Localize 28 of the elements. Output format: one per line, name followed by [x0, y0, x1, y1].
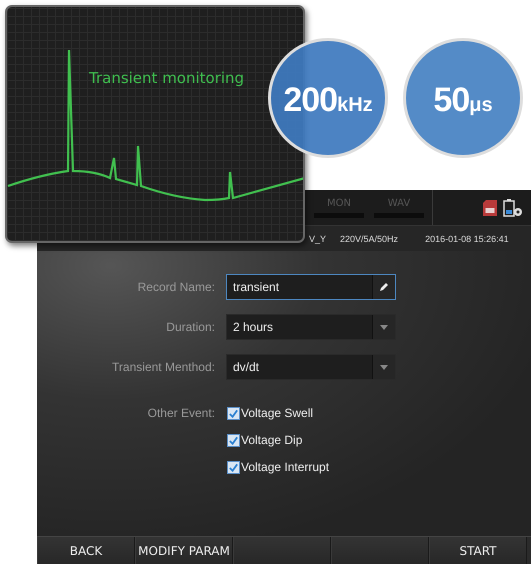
dropdown[interactable]: dv/dt	[226, 354, 396, 380]
caret-icon	[380, 324, 388, 330]
edit-button[interactable]	[372, 275, 395, 299]
channel-label: V_Y	[309, 234, 326, 244]
checkbox[interactable]	[227, 434, 240, 446]
checkbox-label: Voltage Interrupt	[241, 460, 330, 474]
field-label: Transient Menthod:	[111, 360, 215, 374]
spec-badge: 50μs	[403, 38, 523, 158]
sd-card-icon	[483, 200, 497, 216]
softkey-button[interactable]: START	[429, 537, 527, 564]
caret-icon	[380, 364, 388, 370]
checkbox-label: Voltage Dip	[241, 433, 302, 447]
datetime-label: 2016-01-08 15:26:41	[425, 234, 509, 244]
softkey-button[interactable]: BACK	[37, 537, 135, 564]
pencil-icon	[379, 282, 389, 292]
field-label: Duration:	[165, 320, 215, 334]
field-label: Record Name:	[136, 280, 215, 294]
scope-title: Transient monitoring	[89, 69, 244, 87]
checkbox[interactable]	[227, 460, 240, 474]
checkbox[interactable]	[227, 406, 240, 420]
record-name-field[interactable]: transient	[226, 274, 396, 300]
battery-icon	[503, 198, 523, 216]
range-label: 220V/5A/50Hz	[340, 234, 398, 244]
spec-badge: 200kHz	[268, 38, 388, 158]
softkey-button[interactable]: MODIFY PARAM	[135, 537, 233, 564]
dropdown[interactable]: 2 hours	[226, 314, 396, 340]
field-label: Other Event:	[146, 406, 215, 420]
checkbox-label: Voltage Swell	[241, 406, 314, 420]
